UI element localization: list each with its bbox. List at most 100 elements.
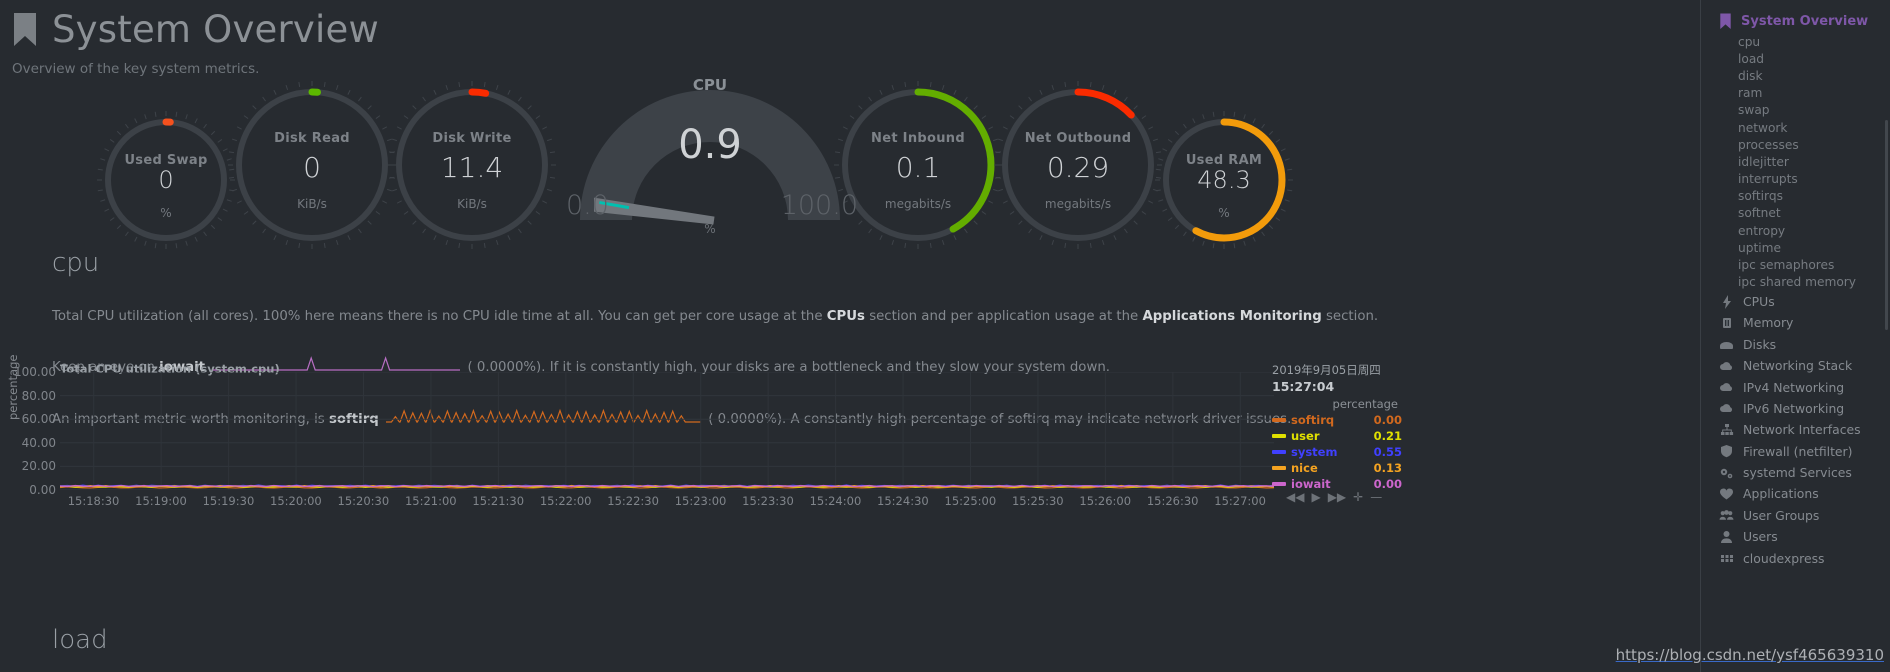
legend-value: 0.00 [1373, 477, 1402, 491]
user-icon [1719, 529, 1734, 544]
gauge-net-outbound[interactable]: Net Outbound 0.29 megabits/s [988, 75, 1168, 255]
gauge-value: 0 [303, 151, 321, 184]
chart-xtick: 15:20:00 [270, 494, 322, 508]
sidebar-scrollbar[interactable] [1885, 120, 1888, 330]
gauge-value: 0.29 [1046, 151, 1110, 184]
gauge-used-ram[interactable]: Used RAM 48.3% [1149, 105, 1299, 255]
sidebar-item-ipv4-networking[interactable]: IPv4 Networking [1701, 376, 1890, 397]
gauge-disk-write[interactable]: Disk Write 11.4 KiB/s [382, 75, 562, 255]
sidebar-subitem-ipc-shared-memory[interactable]: ipc shared memory [1701, 274, 1890, 291]
legend-swatch [1272, 450, 1286, 454]
sidebar-item-cloudexpress[interactable]: cloudexpress [1701, 547, 1890, 568]
chart-xtick: 15:19:00 [135, 494, 187, 508]
legend-name: softirq [1291, 413, 1335, 427]
sidebar-item-users[interactable]: Users [1701, 526, 1890, 547]
legend-time: 15:27:04 [1272, 379, 1335, 394]
chart-xtick: 15:25:00 [944, 494, 997, 508]
sidebar-item-label: Memory [1743, 315, 1794, 331]
legend-row-user[interactable]: user 0.21 [1272, 429, 1402, 443]
page-title: System Overview [52, 8, 379, 51]
cpu-gauge-title: CPU [692, 76, 728, 94]
legend-value: 0.55 [1373, 445, 1402, 459]
chart-zoom-out-button[interactable]: — [1370, 490, 1382, 504]
cpus-link[interactable]: CPUs [827, 309, 865, 324]
sidebar-item-label: Network Interfaces [1743, 422, 1861, 438]
sidebar-subitem-idlejitter[interactable]: idlejitter [1701, 153, 1890, 170]
legend-row-iowait[interactable]: iowait 0.00 [1272, 477, 1402, 491]
cpu-gauge-unit: % [704, 222, 716, 236]
sidebar-item-firewall-netfilter[interactable]: Firewall (netfilter) [1701, 440, 1890, 461]
cpu-description-line1: Total CPU utilization (all cores). 100% … [0, 308, 1700, 326]
sitemap-icon [1719, 422, 1734, 437]
cloud-icon [1719, 401, 1734, 416]
legend-row-nice[interactable]: nice 0.13 [1272, 461, 1402, 475]
gauge-used-swap[interactable]: Used Swap 0% [91, 105, 241, 255]
legend-unit: percentage [1332, 397, 1398, 411]
sidebar-item-label: Disks [1743, 336, 1777, 352]
gauge-strip: Used Swap 0% Disk Read 0 KiB/s Disk Write 11.4… [0, 70, 1700, 255]
sidebar-subitem-ipc-semaphores[interactable]: ipc semaphores [1701, 256, 1890, 273]
gauge-value: 0 [158, 166, 174, 194]
legend-swatch [1272, 482, 1286, 486]
chart-fast-forward-button[interactable]: ▶▶ [1328, 490, 1346, 504]
legend-row-system[interactable]: system 0.55 [1272, 445, 1402, 459]
gauge-unit: KiB/s [297, 197, 327, 212]
sidebar-subitem-processes[interactable]: processes [1701, 136, 1890, 153]
sidebar-item-label: IPv4 Networking [1743, 379, 1845, 395]
sidebar-item-network-interfaces[interactable]: Network Interfaces [1701, 419, 1890, 440]
shield-icon [1719, 444, 1734, 459]
cpu-chart[interactable]: Total CPU utilization (system.cpu) perce… [0, 355, 1700, 508]
gauge-disk-read[interactable]: Disk Read 0 KiB/s [222, 75, 402, 255]
sidebar-item-networking-stack[interactable]: Networking Stack [1701, 355, 1890, 376]
chart-xtick: 15:25:30 [1011, 494, 1064, 508]
chart-xtick: 15:21:30 [472, 494, 525, 508]
sidebar-subitem-load[interactable]: load [1701, 50, 1890, 67]
sidebar-item-user-groups[interactable]: User Groups [1701, 505, 1890, 526]
cpu-gauge-max: 100.0 [780, 190, 858, 221]
cogs-icon [1719, 465, 1734, 480]
sidebar-subitem-ram[interactable]: ram [1701, 85, 1890, 102]
chart-controls[interactable]: ◀◀ ▶ ▶▶ ✛ — [1286, 490, 1382, 504]
chart-xtick: 15:24:30 [877, 494, 929, 508]
gauge-cpu[interactable]: CPU 0.9 0.0 100.0% [560, 70, 860, 255]
chart-zoom-in-button[interactable]: ✛ [1353, 490, 1363, 504]
applications-monitoring-link[interactable]: Applications Monitoring [1142, 309, 1321, 324]
sidebar-subitem-network[interactable]: network [1701, 119, 1890, 136]
legend-date: 2019年9月05日周四 [1272, 363, 1381, 377]
chart-xtick: 15:26:00 [1079, 494, 1132, 508]
sidebar-subitem-disk[interactable]: disk [1701, 67, 1890, 84]
sidebar-item-system-overview[interactable]: System Overview [1701, 10, 1890, 33]
chart-xtick: 15:19:30 [202, 494, 255, 508]
sidebar-item-applications[interactable]: Applications [1701, 483, 1890, 504]
chart-rewind-button[interactable]: ◀◀ [1286, 490, 1304, 504]
chart-play-button[interactable]: ▶ [1311, 490, 1320, 504]
sidebar-item-ipv6-networking[interactable]: IPv6 Networking [1701, 398, 1890, 419]
sidebar-subitem-softnet[interactable]: softnet [1701, 205, 1890, 222]
sidebar-subitem-uptime[interactable]: uptime [1701, 239, 1890, 256]
chart-plot-area[interactable] [59, 371, 1275, 491]
legend-swatch [1272, 434, 1286, 438]
sidebar-subitem-cpu[interactable]: cpu [1701, 33, 1890, 50]
chart-ytick: 100.00 [14, 365, 56, 379]
legend-row-softirq[interactable]: softirq 0.00 [1272, 413, 1402, 427]
chart-yticks: 100.00 80.00 60.00 40.00 20.00 0.00 [0, 365, 56, 497]
gauge-unit: KiB/s [457, 197, 487, 212]
sidebar-item-memory[interactable]: Memory [1701, 312, 1890, 333]
sidebar-item-cpus[interactable]: CPUs [1701, 291, 1890, 312]
sidebar-item-label: User Groups [1743, 507, 1820, 523]
gauge-value: 11.4 [440, 151, 504, 184]
sidebar-item-label: CPUs [1743, 294, 1775, 309]
sidebar-sub-list[interactable]: cpu load disk ram swap network processes idleji… [1701, 33, 1890, 291]
bookmark-icon [1720, 13, 1731, 30]
sidebar-item-disks[interactable]: Disks [1701, 334, 1890, 355]
sidebar-item-systemd-services[interactable]: systemd Services [1701, 462, 1890, 483]
gauge-unit: megabits/s [1044, 197, 1112, 212]
sidebar-subitem-softirqs[interactable]: softirqs [1701, 188, 1890, 205]
sidebar-subitem-interrupts[interactable]: interrupts [1701, 171, 1890, 188]
legend-name: iowait [1291, 477, 1331, 491]
chart-legend: 2019年9月05日周四 15:27:04 percentage softirq… [1272, 362, 1402, 491]
sidebar-subitem-entropy[interactable]: entropy [1701, 222, 1890, 239]
sidebar-main-list[interactable]: CPUs Memory Disks Networking Stack IPv4 Netw… [1701, 291, 1890, 569]
sidebar-subitem-swap[interactable]: swap [1701, 102, 1890, 119]
sidebar[interactable]: System Overview cpu load disk ram swap networ… [1700, 0, 1890, 672]
